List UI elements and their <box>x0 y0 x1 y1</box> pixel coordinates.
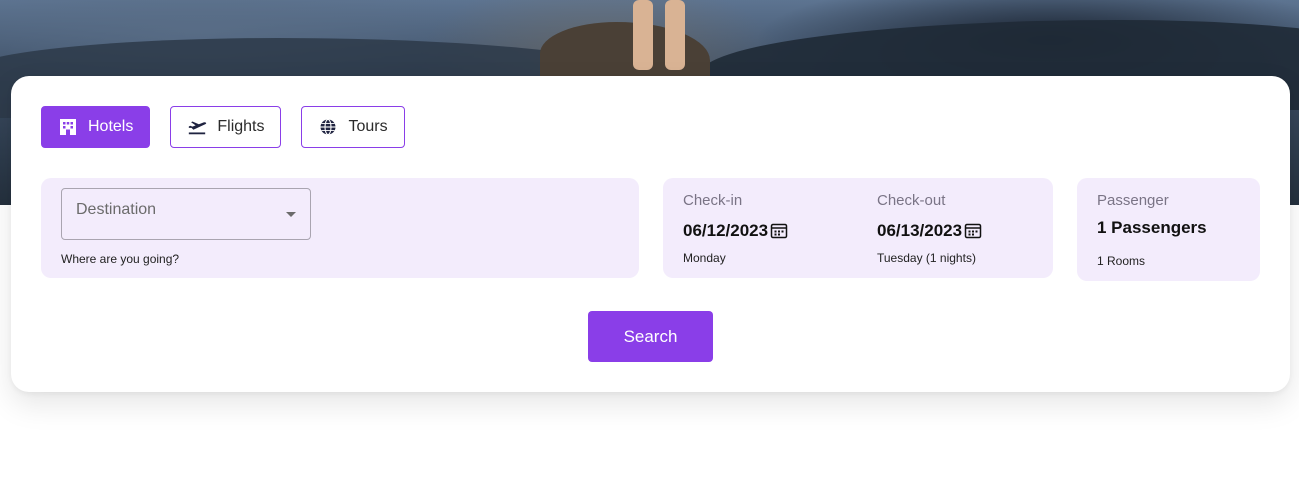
tab-flights[interactable]: Flights <box>170 106 282 148</box>
hotel-icon <box>58 117 78 137</box>
calendar-icon[interactable] <box>964 222 982 240</box>
checkout-field[interactable]: Check-out 06/13/2023 Tuesday (1 nights) <box>877 192 982 265</box>
person-leg <box>633 0 653 70</box>
search-button[interactable]: Search <box>588 311 713 362</box>
chevron-down-icon <box>286 212 296 217</box>
tab-hotels[interactable]: Hotels <box>41 106 151 148</box>
calendar-icon[interactable] <box>770 222 788 240</box>
checkout-date[interactable]: 06/13/2023 <box>877 221 982 241</box>
booking-type-tabs: Hotels Flights Tours <box>41 106 405 148</box>
checkin-label: Check-in <box>683 192 743 209</box>
checkout-date-value: 06/13/2023 <box>877 221 963 240</box>
search-card: Hotels Flights Tours Destination Where a… <box>11 76 1290 392</box>
destination-panel: Destination Where are you going? <box>41 178 639 278</box>
destination-hint: Where are you going? <box>61 252 180 266</box>
destination-select[interactable]: Destination <box>61 188 311 240</box>
passenger-panel[interactable]: Passenger 1 Passengers 1 Rooms <box>1077 178 1260 281</box>
passenger-label: Passenger <box>1097 192 1169 209</box>
checkout-day: Tuesday (1 nights) <box>877 251 976 265</box>
plane-icon <box>187 117 207 137</box>
tab-label: Tours <box>348 118 388 135</box>
tab-label: Flights <box>217 118 265 135</box>
tab-label: Hotels <box>88 118 134 135</box>
checkin-day: Monday <box>683 251 726 265</box>
checkin-date[interactable]: 06/12/2023 <box>683 221 788 241</box>
checkin-date-value: 06/12/2023 <box>683 221 769 240</box>
globe-icon <box>318 117 338 137</box>
checkin-field[interactable]: Check-in 06/12/2023 Monday <box>683 192 788 265</box>
dates-panel: Check-in 06/12/2023 Monday Check-out 06/… <box>663 178 1053 278</box>
passenger-count: 1 Passengers <box>1097 218 1207 237</box>
checkout-label: Check-out <box>877 192 946 209</box>
rooms-count: 1 Rooms <box>1097 254 1146 268</box>
tab-tours[interactable]: Tours <box>301 106 405 148</box>
person-leg <box>665 0 685 70</box>
destination-placeholder: Destination <box>76 201 157 218</box>
